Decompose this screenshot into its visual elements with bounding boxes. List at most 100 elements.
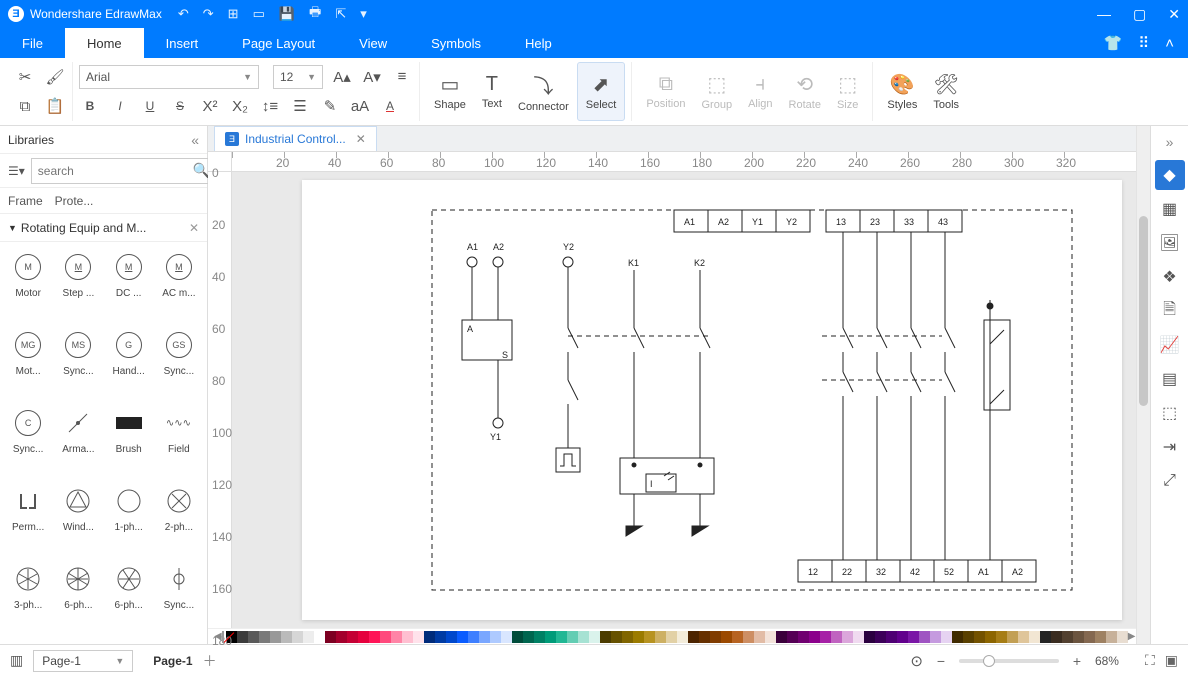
component-icon[interactable]: ⬚ xyxy=(1155,398,1185,428)
color-swatch[interactable] xyxy=(699,631,710,643)
color-swatch[interactable] xyxy=(248,631,259,643)
superscript-icon[interactable]: X² xyxy=(199,95,221,117)
color-swatch[interactable] xyxy=(974,631,985,643)
tab-page-layout[interactable]: Page Layout xyxy=(220,28,337,58)
shape-button[interactable]: ▭Shape xyxy=(426,62,474,121)
tab-home[interactable]: Home xyxy=(65,28,144,58)
tab-symbols[interactable]: Symbols xyxy=(409,28,503,58)
font-size-select[interactable]: 12▼ xyxy=(273,65,323,89)
collapse-ribbon-icon[interactable]: ˄ xyxy=(1165,35,1174,52)
select-button[interactable]: ⬈Select xyxy=(577,62,626,121)
color-swatch[interactable] xyxy=(402,631,413,643)
size-button[interactable]: ⬚Size xyxy=(829,62,866,121)
strikethrough-icon[interactable]: S xyxy=(169,95,191,117)
color-swatch[interactable] xyxy=(655,631,666,643)
library-item[interactable]: Sync... xyxy=(155,562,203,636)
page-select[interactable]: Page-1▼ xyxy=(33,650,133,672)
drawing-page[interactable]: A1A2Y1Y213233343 A1 A2 A S Y1 Y2 xyxy=(302,180,1122,620)
library-item[interactable]: MAC m... xyxy=(155,250,203,324)
text-button[interactable]: TText xyxy=(474,62,510,121)
copy-icon[interactable]: ⧉ xyxy=(14,95,36,117)
library-search-input[interactable] xyxy=(38,164,193,178)
document-tab[interactable]: Ǝ Industrial Control... ✕ xyxy=(214,126,377,151)
fullscreen-icon[interactable]: ▣ xyxy=(1165,652,1178,669)
layers-icon[interactable]: ❖ xyxy=(1155,262,1185,292)
lib-group-header[interactable]: ▼ Rotating Equip and M... ✕ xyxy=(0,214,207,242)
italic-icon[interactable]: I xyxy=(109,95,131,117)
library-item[interactable]: GHand... xyxy=(105,328,153,402)
redo-icon[interactable]: ↷ xyxy=(203,6,214,22)
bullets-icon[interactable]: ☰ xyxy=(289,95,311,117)
color-swatch[interactable] xyxy=(831,631,842,643)
library-item[interactable]: MGMot... xyxy=(4,328,52,402)
align-button[interactable]: ⫞Align xyxy=(740,62,780,121)
lib-cat-prote[interactable]: Prote... xyxy=(55,194,94,208)
zoom-slider[interactable] xyxy=(959,659,1059,663)
color-swatch[interactable] xyxy=(710,631,721,643)
color-swatch[interactable] xyxy=(237,631,248,643)
color-swatch[interactable] xyxy=(886,631,897,643)
tshirt-icon[interactable]: 👕 xyxy=(1104,34,1123,52)
color-swatch[interactable] xyxy=(1062,631,1073,643)
font-family-select[interactable]: Arial▼ xyxy=(79,65,259,89)
color-swatch[interactable] xyxy=(996,631,1007,643)
color-swatch[interactable] xyxy=(281,631,292,643)
canvas-viewport[interactable]: A1A2Y1Y213233343 A1 A2 A S Y1 Y2 xyxy=(232,172,1136,628)
color-swatch[interactable] xyxy=(732,631,743,643)
zoom-knob[interactable] xyxy=(983,655,995,667)
underline-icon[interactable]: U xyxy=(139,95,161,117)
color-swatch[interactable] xyxy=(1051,631,1062,643)
color-swatch[interactable] xyxy=(556,631,567,643)
color-swatch[interactable] xyxy=(952,631,963,643)
color-swatch[interactable] xyxy=(468,631,479,643)
color-swatch[interactable] xyxy=(314,631,325,643)
colors-right-icon[interactable]: ▶ xyxy=(1128,631,1136,642)
color-swatch[interactable] xyxy=(501,631,512,643)
library-item[interactable]: MMotor xyxy=(4,250,52,324)
apps-icon[interactable]: ⠿ xyxy=(1138,34,1149,52)
scrollbar-thumb[interactable] xyxy=(1139,216,1148,406)
color-swatch[interactable] xyxy=(1117,631,1128,643)
collapse-libraries-icon[interactable]: « xyxy=(191,132,199,148)
tab-file[interactable]: File xyxy=(0,28,65,58)
position-button[interactable]: ⧉Position xyxy=(638,62,693,121)
library-item[interactable]: 1-ph... xyxy=(105,484,153,558)
pages-icon[interactable]: ▥ xyxy=(10,652,23,669)
lib-cat-frame[interactable]: Frame xyxy=(8,194,43,208)
minimize-icon[interactable]: — xyxy=(1097,6,1111,22)
color-swatch[interactable] xyxy=(600,631,611,643)
color-swatch[interactable] xyxy=(787,631,798,643)
color-swatch[interactable] xyxy=(1029,631,1040,643)
close-group-icon[interactable]: ✕ xyxy=(189,221,199,235)
library-menu-icon[interactable]: ☰▾ xyxy=(8,164,25,178)
page-icon[interactable]: 🗎 xyxy=(1155,296,1185,326)
tab-insert[interactable]: Insert xyxy=(144,28,221,58)
color-swatch[interactable] xyxy=(688,631,699,643)
styles-button[interactable]: 🎨Styles xyxy=(879,62,925,121)
color-swatch[interactable] xyxy=(259,631,270,643)
maximize-icon[interactable]: ▢ xyxy=(1133,6,1146,23)
cut-icon[interactable]: ✂ xyxy=(14,66,36,88)
color-swatch[interactable] xyxy=(1040,631,1051,643)
color-swatch[interactable] xyxy=(919,631,930,643)
close-icon[interactable]: ✕ xyxy=(1168,6,1180,23)
print-icon[interactable]: 🖶 xyxy=(309,3,321,25)
no-color-swatch[interactable] xyxy=(222,631,224,643)
color-swatch[interactable] xyxy=(512,631,523,643)
library-item[interactable]: 3-ph... xyxy=(4,562,52,636)
color-swatch[interactable] xyxy=(523,631,534,643)
color-swatch[interactable] xyxy=(1073,631,1084,643)
color-swatch[interactable] xyxy=(336,631,347,643)
tab-help[interactable]: Help xyxy=(503,28,574,58)
rotate-button[interactable]: ⟲Rotate xyxy=(781,62,829,121)
library-item[interactable]: CSync... xyxy=(4,406,52,480)
color-swatch[interactable] xyxy=(457,631,468,643)
color-swatch[interactable] xyxy=(578,631,589,643)
undo-icon[interactable]: ↶ xyxy=(178,6,189,22)
qat-more-icon[interactable]: ▾ xyxy=(360,6,367,22)
subscript-icon[interactable]: X₂ xyxy=(229,95,251,117)
color-swatch[interactable] xyxy=(908,631,919,643)
color-swatch[interactable] xyxy=(809,631,820,643)
color-swatch[interactable] xyxy=(435,631,446,643)
library-item[interactable]: MSSync... xyxy=(54,328,102,402)
